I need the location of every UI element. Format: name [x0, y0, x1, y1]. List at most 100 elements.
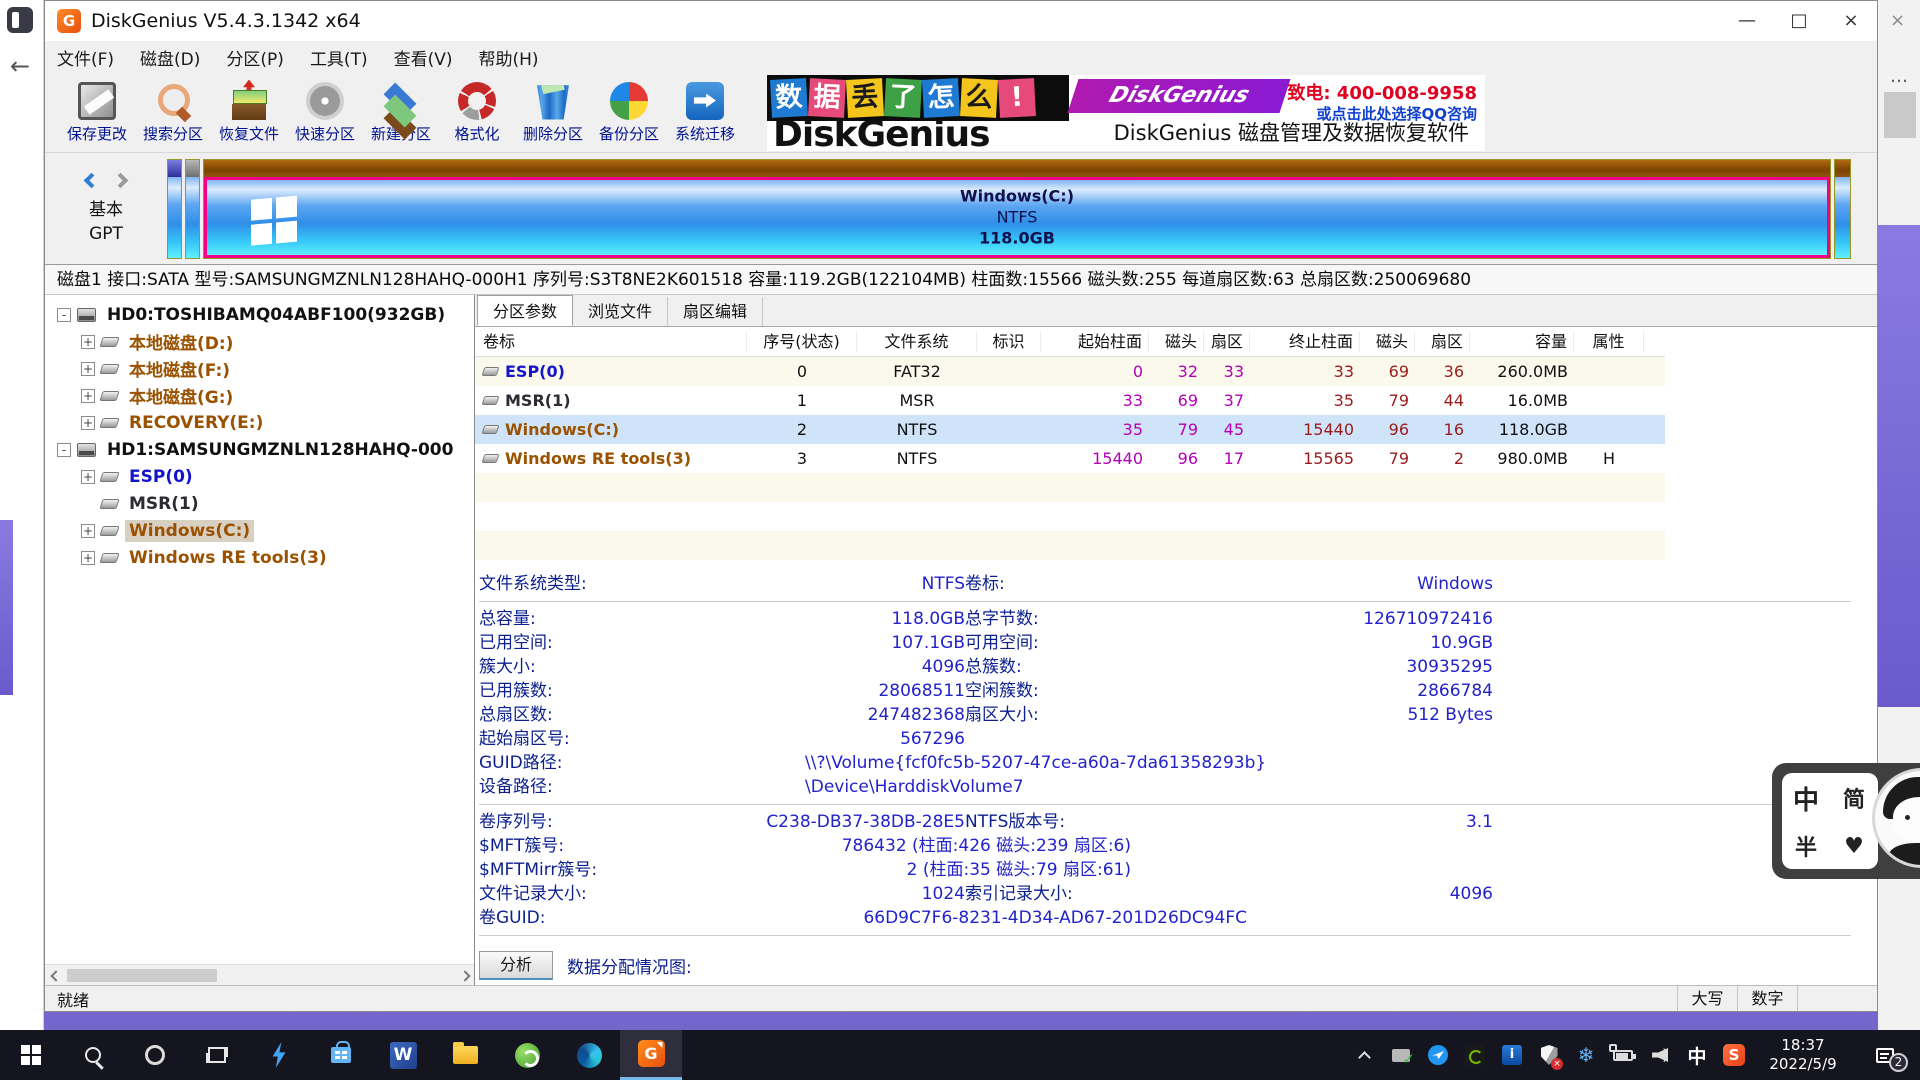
scroll-left-icon[interactable] — [45, 965, 65, 985]
tree-item[interactable]: MSR(1) — [45, 490, 474, 517]
tab-2[interactable]: 扇区编辑 — [668, 297, 763, 326]
taskbar-thunder-button[interactable] — [248, 1030, 310, 1080]
taskbar-explorer-button[interactable] — [434, 1030, 496, 1080]
tree-item[interactable]: +本地磁盘(D:) — [45, 328, 474, 355]
partition-bar-msr[interactable] — [185, 159, 200, 259]
menu-item-3[interactable]: 工具(T) — [310, 45, 368, 70]
taskbar-word-button[interactable]: W — [372, 1030, 434, 1080]
format-button[interactable]: 格式化 — [439, 76, 515, 150]
tray-battery-button[interactable] — [1609, 1030, 1637, 1080]
column-header-6[interactable]: 扇区 — [1204, 332, 1250, 352]
ime-key-3[interactable]: ♥ — [1844, 834, 1864, 859]
notification-center-button[interactable]: 2 — [1858, 1030, 1912, 1080]
tree-item[interactable]: +Windows RE tools(3) — [45, 544, 474, 571]
ad-banner[interactable]: 数据丢了怎么! DiskGenius DiskGenius 致电: 400-00… — [767, 75, 1485, 151]
taskbar-diskgenius-button[interactable]: G — [620, 1030, 682, 1080]
column-header-3[interactable]: 标识 — [977, 332, 1041, 352]
tray-printer-button[interactable] — [1387, 1030, 1415, 1080]
tree-item[interactable]: -HD1:SAMSUNGMZNLN128HAHQ-000 — [45, 436, 474, 463]
system-migrate-button[interactable]: 系统迁移 — [667, 76, 743, 150]
maximize-button[interactable]: □ — [1773, 1, 1825, 41]
collapse-icon[interactable]: - — [57, 308, 71, 322]
column-header-1[interactable]: 序号(状态) — [747, 332, 857, 352]
quick-partition-button[interactable]: 快速分区 — [287, 76, 363, 150]
tab-1[interactable]: 浏览文件 — [573, 297, 668, 326]
tray-intel-button[interactable]: i — [1498, 1030, 1526, 1080]
collapse-icon[interactable]: - — [57, 443, 71, 457]
analyze-button[interactable]: 分析 — [479, 951, 553, 980]
table-row[interactable]: MSR(1)1MSR33693735794416.0MB — [475, 386, 1665, 415]
column-header-7[interactable]: 终止柱面 — [1250, 332, 1360, 352]
delete-partition-button[interactable]: 删除分区 — [515, 76, 591, 150]
tree-item[interactable]: +ESP(0) — [45, 463, 474, 490]
tray-nvidia-button[interactable] — [1461, 1030, 1489, 1080]
scroll-right-icon[interactable] — [454, 965, 474, 985]
column-header-4[interactable]: 起始柱面 — [1041, 332, 1149, 352]
taskbar-browser-360-button[interactable] — [496, 1030, 558, 1080]
search-button[interactable]: 搜索分区 — [135, 76, 211, 150]
expand-icon[interactable]: + — [81, 470, 95, 484]
expand-icon[interactable]: + — [81, 389, 95, 403]
taskbar-clock[interactable]: 18:37 2022/5/9 — [1757, 1036, 1849, 1074]
table-row[interactable]: Windows RE tools(3)3NTFS1544096171556579… — [475, 444, 1665, 473]
column-header-0[interactable]: 卷标 — [475, 332, 747, 352]
tree-item[interactable]: +RECOVERY(E:) — [45, 409, 474, 436]
taskbar-search-button[interactable] — [62, 1030, 124, 1080]
ime-key-1[interactable]: 简 — [1843, 782, 1865, 814]
taskbar-cortana-button[interactable] — [124, 1030, 186, 1080]
taskbar-store-button[interactable] — [310, 1030, 372, 1080]
expand-icon[interactable]: + — [81, 524, 95, 538]
column-header-8[interactable]: 磁头 — [1360, 332, 1415, 352]
menu-item-5[interactable]: 帮助(H) — [479, 45, 539, 70]
column-header-2[interactable]: 文件系统 — [857, 332, 977, 352]
tree-horizontal-scrollbar[interactable] — [45, 964, 474, 985]
expand-icon[interactable]: + — [81, 416, 95, 430]
detail-label: 总簇数: — [965, 655, 1257, 679]
expand-icon[interactable]: + — [81, 362, 95, 376]
column-header-9[interactable]: 扇区 — [1415, 332, 1470, 352]
expand-icon[interactable]: + — [81, 551, 95, 565]
minimize-button[interactable]: — — [1721, 1, 1773, 41]
cell-4: 15440 — [1041, 449, 1149, 468]
new-partition-button[interactable]: 新建分区 — [363, 76, 439, 150]
column-header-10[interactable]: 容量 — [1470, 332, 1574, 352]
ime-key-0[interactable]: 中 — [1793, 780, 1819, 817]
close-button[interactable]: × — [1825, 1, 1877, 41]
tray-ime-indicator-button[interactable]: 中 — [1683, 1030, 1711, 1080]
expand-icon[interactable]: + — [81, 335, 95, 349]
ime-status-box[interactable]: 中简半 ♥ — [1782, 773, 1878, 869]
save-button[interactable]: 保存更改 — [59, 76, 135, 150]
tree-item[interactable]: -HD0:TOSHIBAMQ04ABF100(932GB) — [45, 301, 474, 328]
prev-disk-icon[interactable] — [84, 173, 100, 189]
menu-item-2[interactable]: 分区(P) — [226, 45, 284, 70]
taskbar-start-button[interactable] — [0, 1030, 62, 1080]
partition-bar-windows-c[interactable]: Windows(C:) NTFS 118.0GB — [203, 159, 1831, 259]
ime-widget[interactable]: 中简半 ♥ — [1772, 763, 1920, 879]
next-disk-icon[interactable] — [112, 173, 128, 189]
menu-item-0[interactable]: 文件(F) — [57, 45, 114, 70]
taskbar-task-view-button[interactable] — [186, 1030, 248, 1080]
menu-item-1[interactable]: 磁盘(D) — [140, 45, 200, 70]
ime-key-2[interactable]: 半 — [1795, 830, 1817, 862]
tray-tray-expand-button[interactable] — [1350, 1030, 1378, 1080]
tray-volume-button[interactable]: ) — [1646, 1030, 1674, 1080]
recover-files-button[interactable]: 恢复文件 — [211, 76, 287, 150]
tree-item[interactable]: +本地磁盘(F:) — [45, 355, 474, 382]
tree-item[interactable]: +Windows(C:) — [45, 517, 474, 544]
table-row[interactable]: ESP(0)0FAT3203233336936260.0MB — [475, 357, 1665, 386]
table-row[interactable]: Windows(C:)2NTFS357945154409616118.0GB — [475, 415, 1665, 444]
partition-bar-re-tools[interactable] — [1834, 159, 1851, 259]
menu-item-4[interactable]: 查看(V) — [394, 45, 453, 70]
taskbar-edge-button[interactable] — [558, 1030, 620, 1080]
partition-bar-esp[interactable] — [167, 159, 182, 259]
scrollbar-thumb[interactable] — [67, 969, 217, 982]
tray-sogou-button[interactable]: S — [1720, 1030, 1748, 1080]
tab-0[interactable]: 分区参数 — [477, 295, 573, 326]
tray-snowflake-button[interactable]: ❄ — [1572, 1030, 1600, 1080]
tray-tim-button[interactable] — [1424, 1030, 1452, 1080]
tray-defender-button[interactable]: × — [1535, 1030, 1563, 1080]
column-header-5[interactable]: 磁头 — [1149, 332, 1204, 352]
tree-item[interactable]: +本地磁盘(G:) — [45, 382, 474, 409]
backup-partition-button[interactable]: 备份分区 — [591, 76, 667, 150]
column-header-11[interactable]: 属性 — [1574, 332, 1644, 352]
